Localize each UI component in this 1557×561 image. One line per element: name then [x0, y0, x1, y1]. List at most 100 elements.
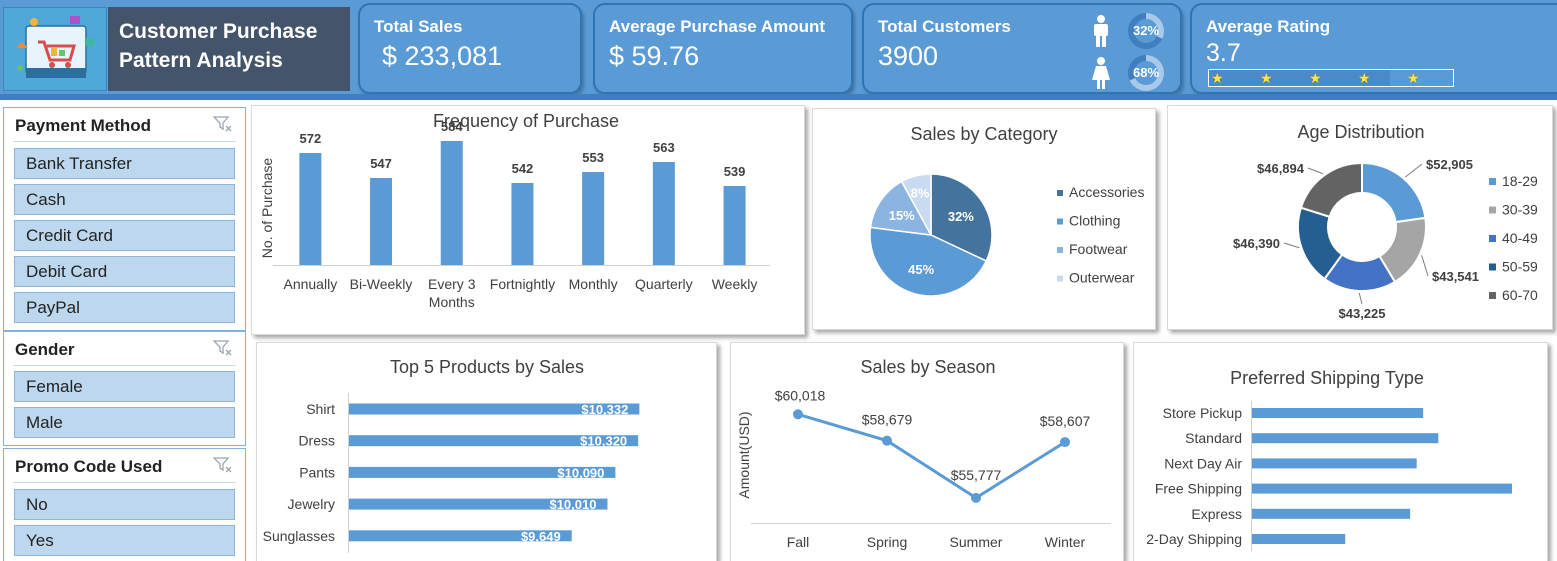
- segment-60-70: [1299, 161, 1363, 219]
- average-purchase-card: Average Purchase Amount $ 59.76: [593, 3, 853, 94]
- slicer-item-debit-card[interactable]: Debit Card: [14, 256, 235, 287]
- top-products-chart: Top 5 Products by Sales Shirt $10,332 Dress…: [263, 357, 640, 553]
- gender-slicer: Gender Female Male: [3, 331, 246, 446]
- chart-title: Preferred Shipping Type: [1230, 368, 1424, 388]
- bar-annually: [299, 153, 322, 265]
- clear-filter-icon[interactable]: [213, 339, 233, 357]
- x-tick-quarterly: Quarterly: [635, 276, 693, 292]
- star-icon: ★: [1211, 70, 1224, 86]
- slicer-item-cash[interactable]: Cash: [14, 184, 235, 215]
- data-label-spring: $58,679: [862, 412, 913, 428]
- legend-50-59: 50-59: [1502, 259, 1538, 275]
- data-label-annually: 572: [299, 131, 321, 146]
- legend-clothing: Clothing: [1069, 213, 1120, 229]
- y-axis-label: Amount(USD): [736, 411, 752, 498]
- data-label-dress: $10,320: [580, 434, 627, 449]
- slice-label-footwear: 15%: [889, 208, 915, 223]
- slicer-item-male[interactable]: Male: [14, 407, 235, 438]
- age-distribution-panel: Age Distribution $52,905 $43,541 $43,225 $46…: [1167, 105, 1553, 330]
- legend-40-49: 40-49: [1502, 230, 1538, 246]
- data-label-fortnightly: 542: [512, 161, 534, 176]
- x-tick-every-3-months: Months: [429, 294, 475, 310]
- segment-label-40-49: $43,225: [1339, 306, 1386, 321]
- category-label-sunglasses: Sunglasses: [263, 528, 335, 544]
- slicer-item-bank-transfer[interactable]: Bank Transfer: [14, 148, 235, 179]
- slice-label-outerwear: 8%: [911, 185, 930, 200]
- leader-line-30-39: [1421, 255, 1429, 277]
- dashboard-header: Customer Purchase Pattern Analysis Total…: [0, 0, 1557, 100]
- total-sales-value: $ 233,081: [382, 41, 503, 71]
- segment-label-50-59: $46,390: [1233, 236, 1280, 251]
- total-customers-label: Total Customers: [878, 17, 1011, 36]
- point-fall: [793, 409, 803, 420]
- female-icon: [1092, 57, 1110, 89]
- female-share-label: 68%: [1132, 65, 1160, 80]
- segment-18-29: [1361, 161, 1427, 224]
- leader-line-40-49: [1358, 292, 1363, 305]
- data-label-pants: $10,090: [557, 465, 604, 480]
- category-label-2-day-shipping: 2-Day Shipping: [1146, 531, 1242, 547]
- age-distribution-chart: Age Distribution$52,905 $43,541 $43,225 $46…: [1233, 122, 1538, 321]
- legend-18-29: 18-29: [1502, 173, 1538, 189]
- point-spring: [882, 435, 892, 446]
- data-label-fall: $60,018: [775, 387, 826, 403]
- segment-label-30-39: $43,541: [1432, 269, 1479, 284]
- frequency-of-purchase-panel: Frequency of Purchase No. of Purchase 572 A…: [251, 105, 805, 335]
- clear-filter-icon[interactable]: [213, 456, 233, 474]
- data-label-shirt: $10,332: [581, 402, 628, 417]
- slicer-item-paypal[interactable]: PayPal: [14, 292, 235, 323]
- slicer-item-female[interactable]: Female: [14, 371, 235, 402]
- legend-swatch-outerwear: [1057, 275, 1063, 282]
- category-label-next-day-air: Next Day Air: [1164, 455, 1242, 471]
- legend-swatch-50-59: [1489, 263, 1496, 271]
- chart-title: Top 5 Products by Sales: [390, 357, 584, 377]
- slicer-item-credit-card[interactable]: Credit Card: [14, 220, 235, 251]
- male-icon: [1094, 15, 1108, 47]
- legend-30-39: 30-39: [1502, 202, 1538, 218]
- clear-filter-icon[interactable]: [213, 115, 233, 133]
- leader-line-50-59: [1283, 242, 1300, 249]
- data-label-quarterly: 563: [653, 140, 675, 155]
- star-icon: ★: [1407, 70, 1420, 86]
- average-purchase-value: $ 59.76: [609, 41, 700, 71]
- y-axis-label: No. of Purchase: [259, 158, 275, 259]
- category-label-free-shipping: Free Shipping: [1155, 481, 1242, 497]
- data-label-sunglasses: $9,649: [521, 529, 561, 544]
- sales-by-season-chart: Sales by Season Amount(USD) $60,018 Fall $58…: [736, 357, 1111, 550]
- segment-label-60-70: $46,894: [1257, 161, 1305, 176]
- sales-by-category-panel: Sales by Category 32% 45% 15% 8% Accessories C…: [812, 108, 1156, 330]
- legend-outerwear: Outerwear: [1069, 270, 1135, 286]
- series-line: [797, 412, 1066, 500]
- slicer-item-no[interactable]: No: [14, 489, 235, 520]
- slicer-title: Promo Code Used: [15, 457, 163, 476]
- dashboard-title: Customer Purchase Pattern Analysis: [108, 7, 350, 91]
- total-customers-value: 3900: [878, 41, 939, 71]
- x-tick-fortnightly: Fortnightly: [490, 276, 555, 292]
- bar-express: [1252, 508, 1411, 519]
- average-purchase-label: Average Purchase Amount: [609, 17, 826, 36]
- category-label-shirt: Shirt: [306, 401, 335, 417]
- x-tick-summer: Summer: [950, 534, 1003, 550]
- chart-title: Age Distribution: [1297, 122, 1424, 142]
- slicer-item-yes[interactable]: Yes: [14, 525, 235, 556]
- legend-swatch-18-29: [1489, 178, 1496, 185]
- frequency-of-purchase-chart: Frequency of PurchaseNo. of Purchase572A…: [259, 111, 770, 310]
- category-label-jewelry: Jewelry: [288, 496, 335, 512]
- point-summer: [971, 492, 981, 503]
- average-rating-value: 3.7: [1206, 39, 1241, 67]
- total-sales-label: Total Sales: [374, 17, 463, 36]
- bar-next-day-air: [1252, 458, 1417, 469]
- bar-standard: [1252, 433, 1439, 444]
- data-label-summer: $55,777: [951, 467, 1002, 483]
- legend-swatch-footwear: [1057, 247, 1063, 253]
- shipping-type-panel: Preferred Shipping Type Store Pickup Stand…: [1133, 342, 1548, 561]
- bar-free-shipping: [1252, 483, 1512, 494]
- shopping-cart-logo-icon: [3, 7, 107, 91]
- shipping-type-chart: Preferred Shipping Type Store Pickup Stand…: [1146, 368, 1512, 551]
- bar-monthly: [582, 172, 605, 265]
- slice-label-accessories: 32%: [948, 209, 974, 224]
- promo-code-slicer: Promo Code Used No Yes: [3, 448, 246, 561]
- chart-title: Sales by Season: [860, 357, 995, 377]
- total-sales-card: Total Sales $ 233,081: [358, 3, 582, 94]
- star-icon: ★: [1309, 70, 1322, 86]
